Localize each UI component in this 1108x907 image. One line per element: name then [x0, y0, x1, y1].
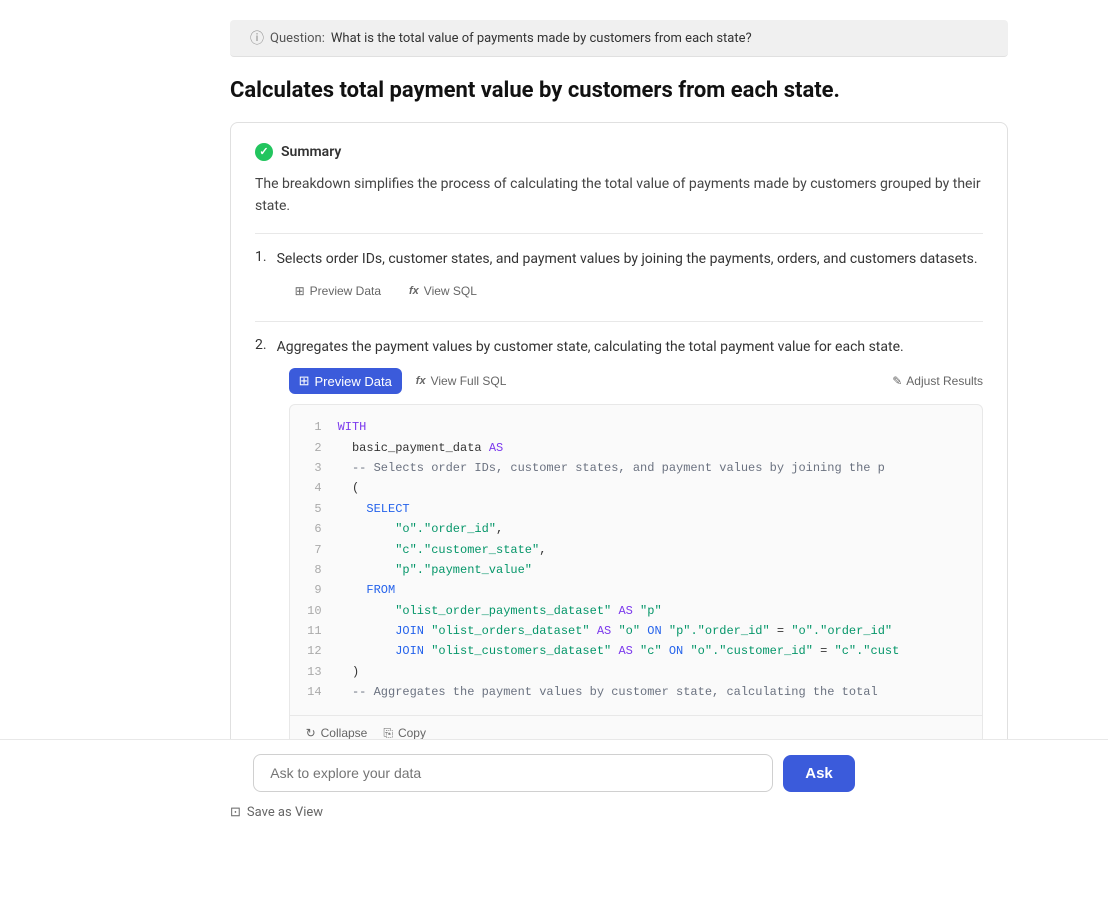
save-view-label: Save as View	[247, 805, 323, 820]
adjust-results-button[interactable]: ✎ Adjust Results	[892, 374, 983, 388]
summary-card: Summary The breakdown simplifies the pro…	[230, 122, 1008, 793]
save-view-icon: ⊡	[230, 805, 241, 820]
divider-1	[255, 233, 983, 234]
code-line-13: 13 )	[306, 662, 966, 682]
grid-icon-1: ⊞	[295, 284, 305, 298]
code-block: 1 WITH 2 basic_payment_data AS	[289, 404, 983, 751]
step-2-item: Aggregates the payment values by custome…	[255, 336, 983, 752]
code-line-1: 1 WITH	[306, 417, 966, 437]
code-line-5: 5 SELECT	[306, 499, 966, 519]
ask-button[interactable]: Ask	[783, 755, 855, 792]
step-1-item: Selects order IDs, customer states, and …	[255, 248, 983, 300]
code-line-14: 14 -- Aggregates the payment values by c…	[306, 682, 966, 702]
ask-input[interactable]	[253, 754, 773, 792]
page-wrapper: ⓘ Question: What is the total value of p…	[0, 0, 1108, 907]
step-list: Selects order IDs, customer states, and …	[255, 248, 983, 300]
adjust-label: Adjust Results	[906, 374, 983, 388]
step2-preview-data-button[interactable]: ⊞ Preview Data	[289, 368, 402, 394]
question-text: What is the total value of payments made…	[331, 31, 752, 46]
code-line-4: 4 (	[306, 478, 966, 498]
step-2-list: Aggregates the payment values by custome…	[255, 336, 983, 752]
pencil-icon: ✎	[892, 374, 902, 388]
step1-sql-label: View SQL	[424, 284, 477, 298]
step-2: Aggregates the payment values by custome…	[255, 336, 983, 752]
step2-view-sql-button[interactable]: fx View Full SQL	[410, 368, 513, 394]
fx-icon-1: fx	[409, 285, 419, 297]
code-line-6: 6 "o"."order_id",	[306, 519, 966, 539]
page-title: Calculates total payment value by custom…	[230, 77, 1008, 106]
step1-preview-data-button[interactable]: ⊞ Preview Data	[289, 281, 387, 301]
code-line-9: 9 FROM	[306, 580, 966, 600]
code-line-11: 11 JOIN "olist_orders_dataset" AS "o" ON…	[306, 621, 966, 641]
step-1-content: Selects order IDs, customer states, and …	[273, 248, 978, 300]
code-line-3: 3 -- Selects order IDs, customer states,…	[306, 458, 966, 478]
summary-text: The breakdown simplifies the process of …	[255, 173, 983, 218]
code-line-12: 12 JOIN "olist_customers_dataset" AS "c"…	[306, 641, 966, 661]
step1-view-sql-button[interactable]: fx View SQL	[403, 281, 483, 301]
step-2-content: Aggregates the payment values by custome…	[273, 336, 983, 752]
code-line-10: 10 "olist_order_payments_dataset" AS "p"	[306, 601, 966, 621]
grid-icon-2: ⊞	[299, 373, 310, 389]
fx-icon-2: fx	[416, 375, 426, 387]
code-line-2: 2 basic_payment_data AS	[306, 438, 966, 458]
step-1-actions: ⊞ Preview Data fx View SQL	[289, 281, 978, 301]
step2-preview-label: Preview Data	[314, 374, 391, 389]
summary-label: Summary	[281, 144, 341, 160]
step2-sql-label: View Full SQL	[431, 374, 507, 388]
save-view-row[interactable]: ⊡ Save as View	[230, 805, 1008, 820]
step1-preview-label: Preview Data	[310, 284, 381, 298]
code-content: 1 WITH 2 basic_payment_data AS	[290, 405, 982, 714]
check-icon	[255, 143, 273, 161]
question-label: Question:	[270, 31, 325, 46]
step-1-text: Selects order IDs, customer states, and …	[277, 251, 978, 267]
step-2-left-actions: ⊞ Preview Data fx View Full SQL	[289, 368, 513, 394]
bottom-bar: Ask	[0, 739, 1108, 806]
summary-header: Summary	[255, 143, 983, 161]
code-line-7: 7 "c"."customer_state",	[306, 540, 966, 560]
main-content: Calculates total payment value by custom…	[230, 57, 1008, 840]
divider-2	[255, 321, 983, 322]
code-line-8: 8 "p"."payment_value"	[306, 560, 966, 580]
question-bar: ⓘ Question: What is the total value of p…	[230, 20, 1008, 57]
step-2-actions: ⊞ Preview Data fx View Full SQL	[289, 368, 983, 394]
step-2-text: Aggregates the payment values by custome…	[277, 339, 904, 355]
question-icon: ⓘ	[250, 28, 264, 48]
step-1: Selects order IDs, customer states, and …	[255, 248, 983, 300]
